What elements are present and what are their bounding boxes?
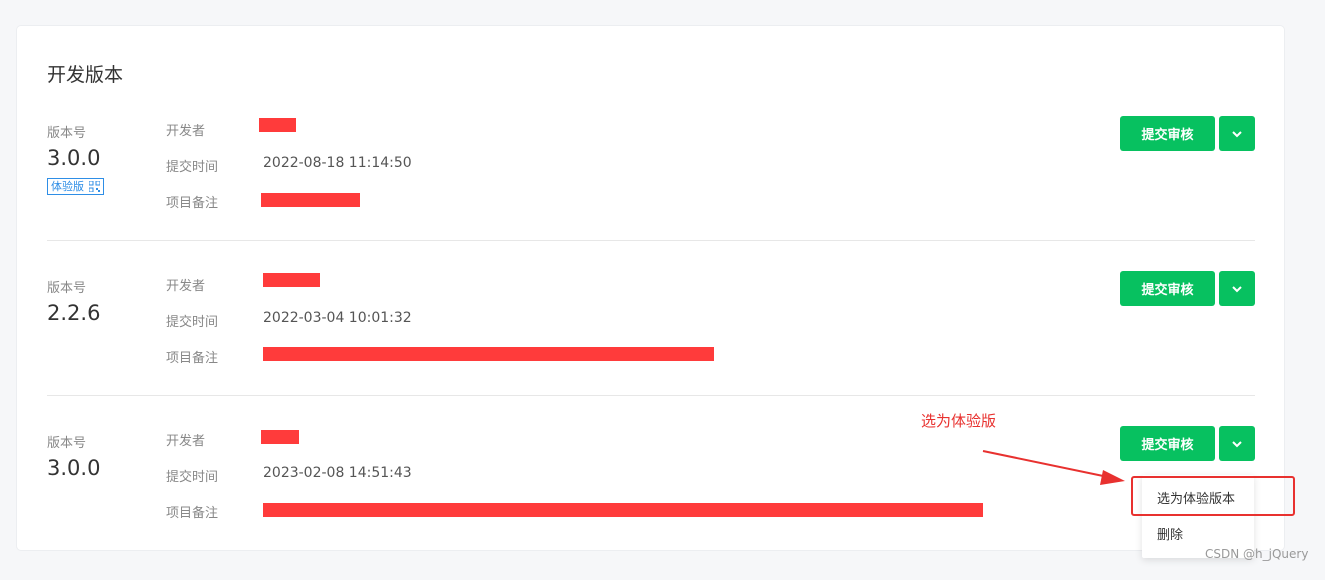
annotation-arrow xyxy=(982,450,1125,485)
watermark: CSDN @h_jQuery xyxy=(1205,547,1309,561)
